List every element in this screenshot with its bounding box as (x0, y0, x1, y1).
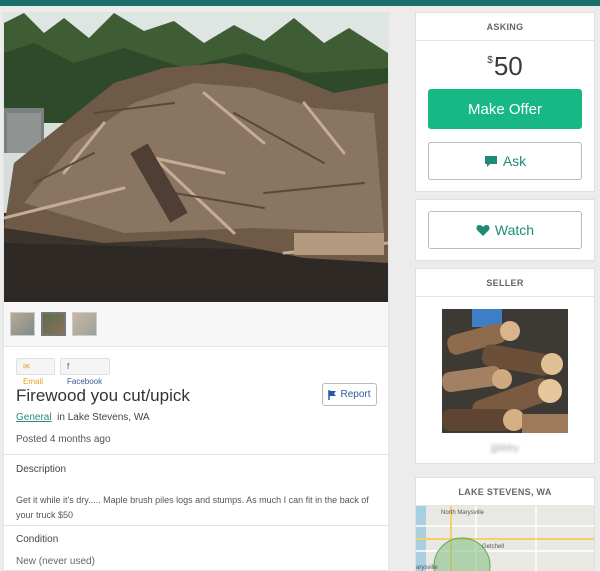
chat-bubble-icon (484, 155, 497, 167)
make-offer-button[interactable]: Make Offer (428, 89, 582, 129)
location-card: LAKE STEVENS, WA North Marysville Getche… (415, 477, 595, 571)
photo-thumbnails (4, 302, 388, 347)
brush-pile-image (4, 13, 388, 302)
condition-label: Condition (16, 534, 59, 545)
share-facebook-button[interactable]: f Facebook (60, 358, 110, 386)
listing-location: in Lake Stevens, WA (57, 412, 150, 423)
listing-panel: ✉ Email f Facebook Firewood you cut/upic… (3, 12, 389, 571)
map-label-getchell: Getchell (482, 544, 505, 550)
watch-card: Watch (415, 199, 595, 261)
asking-card: ASKING $50 Make Offer Ask (415, 12, 595, 192)
price-value: 50 (493, 51, 523, 81)
divider (4, 454, 388, 455)
currency-symbol: $ (487, 55, 493, 66)
ask-button[interactable]: Ask (428, 142, 582, 180)
description-label: Description (16, 464, 67, 475)
seller-photo[interactable] (442, 309, 568, 433)
seller-card: SELLER jjjbbby (415, 268, 595, 464)
seller-name[interactable]: jjjbbby (416, 443, 594, 454)
top-bar (0, 0, 600, 6)
envelope-icon: ✉ (23, 362, 30, 371)
asking-price: $50 (416, 51, 594, 82)
report-button[interactable]: Report (322, 383, 377, 406)
description-text: Get it while it's dry..... Maple brush p… (16, 495, 369, 520)
map-label-north-marysville: North Marysville (441, 510, 485, 516)
watch-button[interactable]: Watch (428, 211, 582, 249)
thumbnail-3[interactable] (72, 312, 97, 336)
condition-value: New (never used) (16, 556, 95, 567)
seller-header: SELLER (416, 269, 594, 297)
listing-category-location: General in Lake Stevens, WA (16, 412, 150, 423)
heart-icon (476, 224, 490, 236)
listing-title: Firewood you cut/upick (16, 386, 190, 405)
posted-time: Posted 4 months ago (16, 434, 111, 445)
asking-header: ASKING (416, 13, 594, 41)
listing-photo[interactable] (4, 13, 388, 302)
thumbnail-1[interactable] (10, 312, 35, 336)
share-email-button[interactable]: ✉ Email (16, 358, 55, 386)
category-link[interactable]: General (16, 412, 52, 423)
firewood-stack-image (442, 309, 568, 433)
location-header: LAKE STEVENS, WA (416, 478, 594, 506)
map-label-marysville: arysville (416, 565, 438, 571)
location-map[interactable]: North Marysville Getchell arysville (416, 506, 594, 571)
divider (4, 525, 388, 526)
flag-icon (328, 389, 337, 400)
thumbnail-2[interactable] (41, 312, 66, 336)
facebook-icon: f (67, 362, 70, 371)
